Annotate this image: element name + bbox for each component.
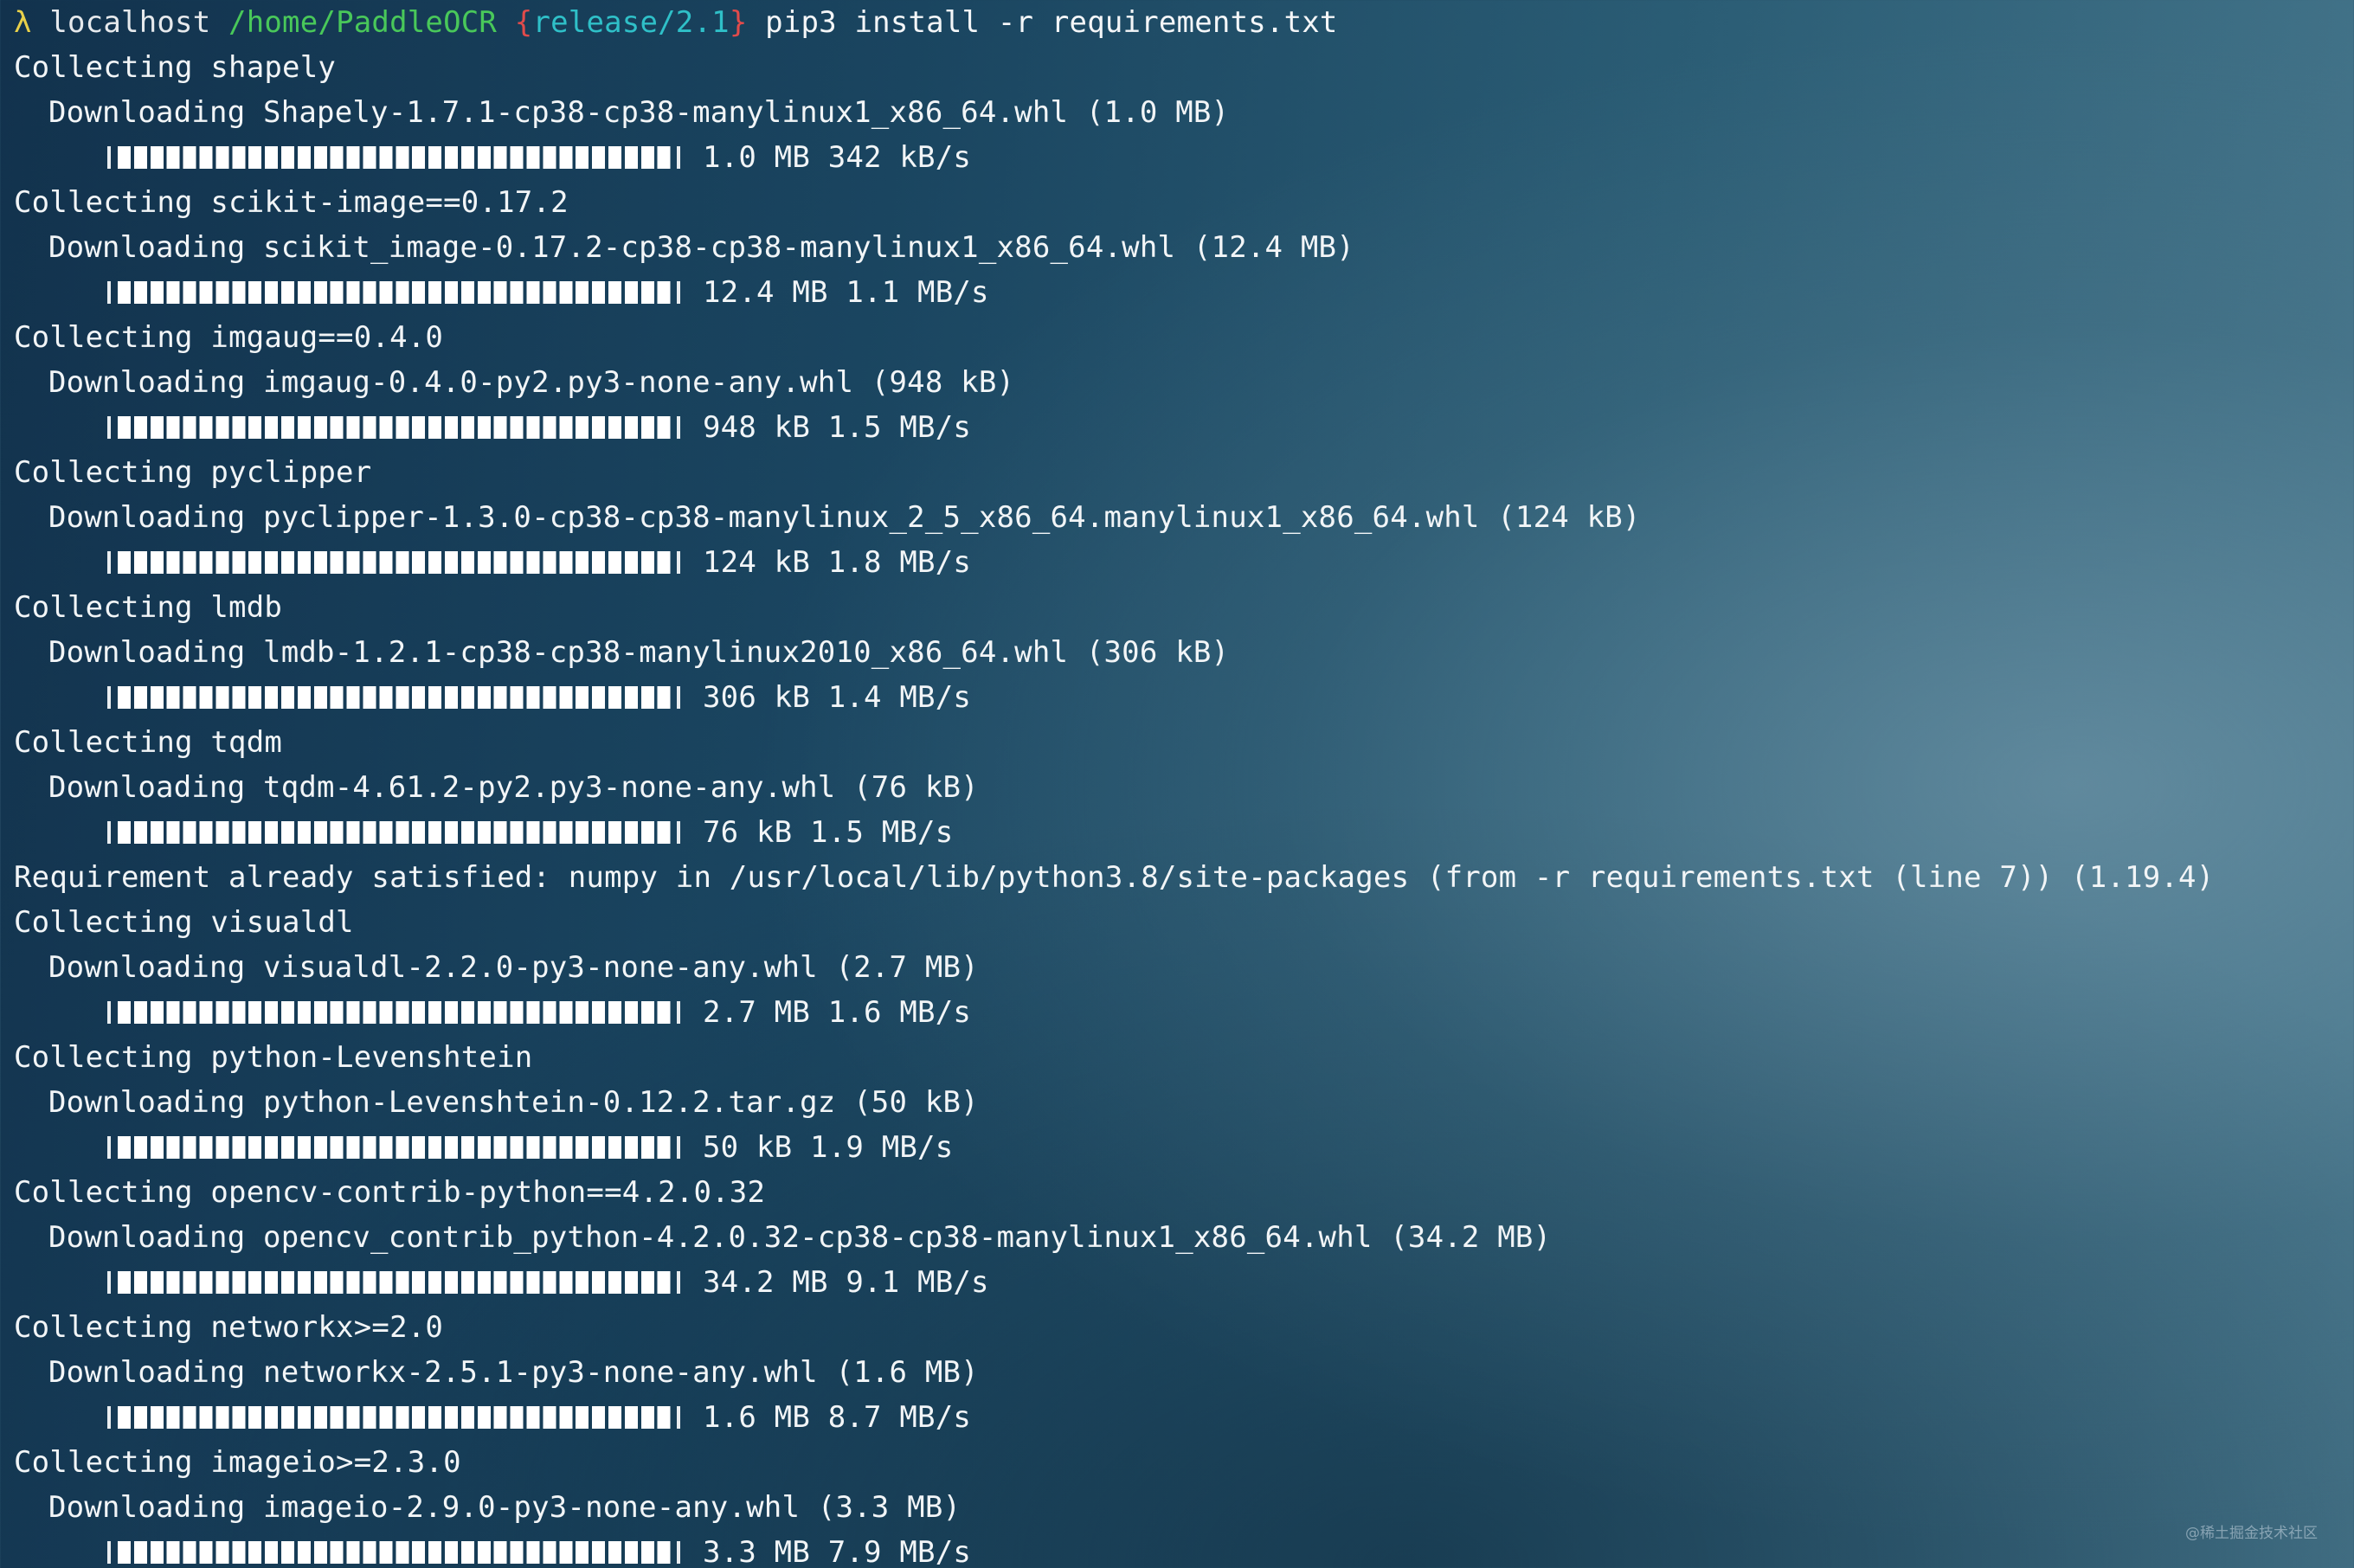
- progress-bar: [118, 686, 673, 709]
- download-stats: 12.4 MB 1.1 MB/s: [703, 275, 989, 310]
- collecting-line: Collecting shapely: [14, 50, 337, 85]
- collecting-line: Requirement already satisfied: numpy in …: [14, 860, 2215, 895]
- progress-bar-left-edge: [107, 1001, 111, 1024]
- collecting-line: Collecting scikit-image==0.17.2: [14, 185, 569, 220]
- collecting-line: Collecting python-Levenshtein: [14, 1040, 533, 1075]
- download-stats: 50 kB 1.9 MB/s: [703, 1130, 954, 1165]
- prompt-path: /home/PaddleOCR: [228, 5, 498, 40]
- progress-bar-left-edge: [107, 551, 111, 574]
- downloading-line: Downloading pyclipper-1.3.0-cp38-cp38-ma…: [48, 500, 1641, 535]
- progress-line: 34.2 MB 9.1 MB/s: [104, 1260, 989, 1305]
- progress-line: 1.6 MB 8.7 MB/s: [104, 1395, 971, 1440]
- progress-bar-left-edge: [107, 1271, 111, 1294]
- progress-line: 306 kB 1.4 MB/s: [104, 675, 971, 720]
- downloading-line: Downloading scikit_image-0.17.2-cp38-cp3…: [48, 230, 1354, 265]
- download-stats: 1.0 MB 342 kB/s: [703, 140, 972, 175]
- progress-bar-right-edge: [677, 686, 680, 709]
- download-stats: 76 kB 1.5 MB/s: [703, 815, 954, 850]
- progress-bar-right-edge: [677, 1136, 680, 1159]
- prompt-lambda-icon: λ: [14, 5, 32, 40]
- progress-bar-left-edge: [107, 821, 111, 844]
- progress-bar-left-edge: [107, 1541, 111, 1564]
- download-stats: 3.3 MB 7.9 MB/s: [703, 1535, 972, 1568]
- progress-bar-left-edge: [107, 416, 111, 439]
- collecting-line: Collecting imageio>=2.3.0: [14, 1445, 461, 1480]
- progress-bar: [118, 416, 673, 439]
- progress-bar-left-edge: [107, 281, 111, 304]
- prompt-git-branch: release/2.1: [532, 5, 730, 40]
- progress-line: 76 kB 1.5 MB/s: [104, 810, 953, 855]
- progress-line: 2.7 MB 1.6 MB/s: [104, 990, 971, 1035]
- prompt-host: localhost: [49, 5, 211, 40]
- progress-bar-right-edge: [677, 416, 680, 439]
- progress-line: 3.3 MB 7.9 MB/s: [104, 1530, 971, 1568]
- download-stats: 948 kB 1.5 MB/s: [703, 410, 972, 445]
- progress-line: 948 kB 1.5 MB/s: [104, 405, 971, 450]
- downloading-line: Downloading imgaug-0.4.0-py2.py3-none-an…: [48, 365, 1015, 400]
- progress-line: 50 kB 1.9 MB/s: [104, 1125, 953, 1170]
- progress-bar: [118, 821, 673, 844]
- progress-bar: [118, 1001, 673, 1024]
- progress-bar: [118, 281, 673, 304]
- progress-line: 12.4 MB 1.1 MB/s: [104, 270, 989, 315]
- collecting-line: Collecting networkx>=2.0: [14, 1310, 444, 1345]
- progress-bar: [118, 551, 673, 574]
- collecting-line: Collecting pyclipper: [14, 455, 372, 490]
- collecting-line: Collecting imgaug==0.4.0: [14, 320, 444, 355]
- collecting-line: Collecting tqdm: [14, 725, 283, 760]
- download-stats: 2.7 MB 1.6 MB/s: [703, 995, 972, 1030]
- downloading-line: Downloading networkx-2.5.1-py3-none-any.…: [48, 1355, 979, 1390]
- downloading-line: Downloading Shapely-1.7.1-cp38-cp38-many…: [48, 95, 1230, 130]
- prompt-brace-open: {: [514, 5, 533, 40]
- progress-bar: [118, 146, 673, 169]
- command-text: pip3 install -r requirements.txt: [765, 5, 1338, 40]
- download-stats: 34.2 MB 9.1 MB/s: [703, 1265, 989, 1300]
- downloading-line: Downloading python-Levenshtein-0.12.2.ta…: [48, 1085, 979, 1120]
- progress-bar: [118, 1271, 673, 1294]
- progress-line: 124 kB 1.8 MB/s: [104, 540, 971, 585]
- terminal-window[interactable]: λ localhost /home/PaddleOCR {release/2.1…: [0, 0, 2354, 1568]
- progress-bar-left-edge: [107, 1136, 111, 1159]
- download-stats: 124 kB 1.8 MB/s: [703, 545, 972, 580]
- collecting-line: Collecting visualdl: [14, 905, 354, 940]
- download-stats: 306 kB 1.4 MB/s: [703, 680, 972, 715]
- downloading-line: Downloading tqdm-4.61.2-py2.py3-none-any…: [48, 770, 979, 805]
- progress-bar-right-edge: [677, 821, 680, 844]
- downloading-line: Downloading imageio-2.9.0-py3-none-any.w…: [48, 1490, 962, 1525]
- progress-bar: [118, 1136, 673, 1159]
- progress-bar-right-edge: [677, 146, 680, 169]
- progress-bar-left-edge: [107, 1406, 111, 1429]
- progress-bar-left-edge: [107, 686, 111, 709]
- progress-line: 1.0 MB 342 kB/s: [104, 135, 971, 180]
- downloading-line: Downloading opencv_contrib_python-4.2.0.…: [48, 1220, 1552, 1255]
- downloading-line: Downloading lmdb-1.2.1-cp38-cp38-manylin…: [48, 635, 1230, 670]
- downloading-line: Downloading visualdl-2.2.0-py3-none-any.…: [48, 950, 979, 985]
- progress-bar: [118, 1406, 673, 1429]
- progress-bar-left-edge: [107, 146, 111, 169]
- progress-bar-right-edge: [677, 1001, 680, 1024]
- progress-bar-right-edge: [677, 281, 680, 304]
- download-stats: 1.6 MB 8.7 MB/s: [703, 1400, 972, 1435]
- prompt-line: λ localhost /home/PaddleOCR {release/2.1…: [14, 0, 1338, 45]
- progress-bar: [118, 1541, 673, 1564]
- prompt-brace-close: }: [729, 5, 748, 40]
- progress-bar-right-edge: [677, 1406, 680, 1429]
- progress-bar-right-edge: [677, 551, 680, 574]
- progress-bar-right-edge: [677, 1271, 680, 1294]
- watermark: @稀土掘金技术社区: [2185, 1525, 2318, 1542]
- collecting-line: Collecting lmdb: [14, 590, 283, 625]
- collecting-line: Collecting opencv-contrib-python==4.2.0.…: [14, 1175, 766, 1210]
- progress-bar-right-edge: [677, 1541, 680, 1564]
